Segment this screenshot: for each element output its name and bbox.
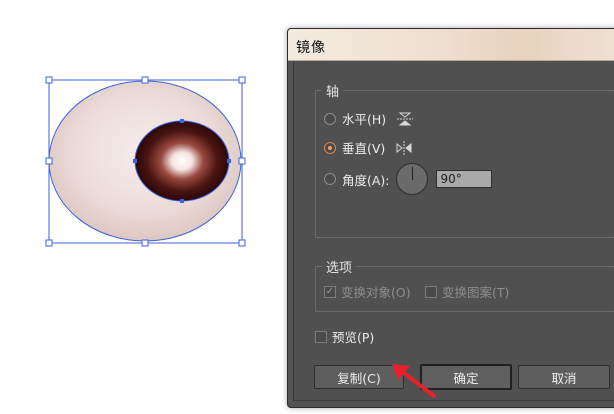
horizontal-radio[interactable] xyxy=(324,112,336,125)
cancel-button[interactable]: 取消 xyxy=(518,365,610,389)
red-arrow-icon xyxy=(392,364,436,398)
reflect-vertical-icon xyxy=(396,140,412,155)
angle-label: 角度(A): xyxy=(342,172,390,188)
horizontal-option[interactable]: 水平(H) xyxy=(324,109,414,128)
dialog-body: 轴 水平(H) 垂直(V) 角度(A): 90° 选项 ✓ 变换对象(O) 变换… xyxy=(293,61,614,401)
axis-group-label: 轴 xyxy=(322,81,344,100)
horizontal-label: 水平(H) xyxy=(342,112,387,127)
transform-objects-label: 变换对象(O) xyxy=(341,285,411,300)
preview-option[interactable]: 预览(P) xyxy=(315,327,374,346)
transform-patterns-option[interactable]: 变换图案(T) xyxy=(425,282,509,301)
eye-pupil-shape[interactable] xyxy=(134,120,230,202)
vertical-option[interactable]: 垂直(V) xyxy=(324,138,413,157)
angle-radio[interactable] xyxy=(324,173,336,185)
transform-patterns-label: 变换图案(T) xyxy=(442,285,510,300)
vertical-radio[interactable] xyxy=(324,141,336,154)
angle-dial-icon[interactable] xyxy=(395,163,428,195)
dialog-titlebar[interactable]: 镜像 xyxy=(288,29,614,61)
reflect-horizontal-icon xyxy=(397,112,414,125)
dialog-title: 镜像 xyxy=(296,40,326,56)
options-group-label: 选项 xyxy=(322,257,357,276)
options-group: 选项 ✓ 变换对象(O) 变换图案(T) xyxy=(315,257,614,312)
vertical-label: 垂直(V) xyxy=(342,141,386,156)
transform-patterns-checkbox[interactable] xyxy=(425,285,437,298)
preview-checkbox[interactable] xyxy=(315,330,327,343)
checkmark-icon[interactable]: ✓ xyxy=(324,285,336,298)
canvas-artwork xyxy=(45,76,246,247)
reflect-dialog: 镜像 轴 水平(H) 垂直(V) 角度(A): 90° 选项 ✓ 变换对象(O)… xyxy=(287,28,614,408)
angle-input[interactable]: 90° xyxy=(435,170,492,188)
transform-objects-option[interactable]: ✓ 变换对象(O) xyxy=(324,282,411,301)
preview-label: 预览(P) xyxy=(332,330,375,345)
axis-group: 轴 水平(H) 垂直(V) 角度(A): 90° xyxy=(315,81,614,238)
app-window: 镜像 轴 水平(H) 垂直(V) 角度(A): 90° 选项 ✓ 变换对象(O)… xyxy=(0,0,614,414)
angle-option[interactable]: 角度(A): 90° xyxy=(324,163,492,195)
